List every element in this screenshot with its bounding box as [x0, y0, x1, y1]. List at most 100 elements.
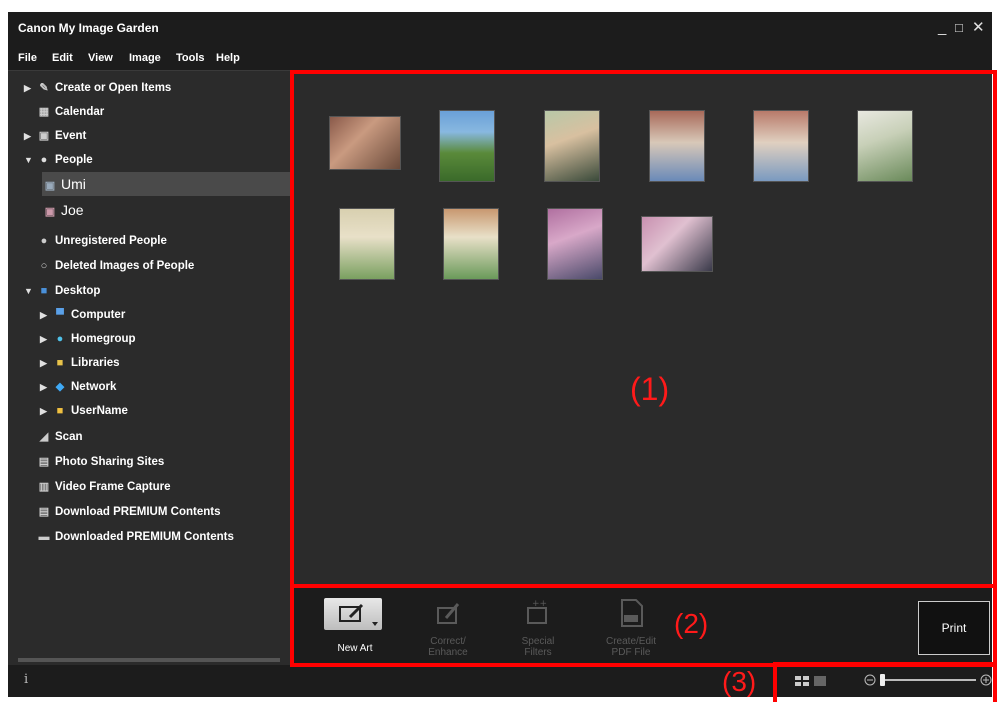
- sidebar-item-homegroup[interactable]: ▶ ● Homegroup: [40, 327, 136, 351]
- info-icon[interactable]: i: [24, 672, 28, 687]
- photo-thumbnail[interactable]: [330, 117, 400, 169]
- sidebar-item-event[interactable]: ▶ ▣ Event: [24, 124, 86, 148]
- sidebar-tree: ▶ ✎ Create or Open Items ▦ Calendar ▶ ▣ Event…: [8, 71, 290, 661]
- person-photo-icon: ▣: [44, 206, 56, 218]
- sidebar-item-video-frame-capture[interactable]: ▥ Video Frame Capture: [36, 475, 171, 499]
- photo-thumbnail[interactable]: [858, 111, 912, 181]
- user-folder-icon: ■: [56, 405, 64, 417]
- special-filters-button[interactable]: ++ Special Filters: [506, 596, 570, 662]
- zoom-slider-thumb[interactable]: [880, 674, 885, 686]
- sidebar-item-label: Create or Open Items: [55, 82, 172, 94]
- correct-enhance-button[interactable]: Correct/ Enhance: [416, 596, 480, 662]
- libraries-icon: ■: [56, 357, 64, 369]
- sidebar-item-username[interactable]: ▶ ■ UserName: [40, 399, 128, 423]
- sidebar-item-label: Scan: [55, 431, 83, 443]
- sidebar-item-label: Computer: [71, 309, 126, 321]
- special-filters-icon: ++: [527, 599, 547, 624]
- title-bar: Canon My Image Garden _ □ ✕: [8, 12, 992, 46]
- sidebar-item-libraries[interactable]: ▶ ■ Libraries: [40, 351, 120, 375]
- sidebar-item-label: Homegroup: [71, 333, 136, 345]
- deleted-person-icon: ○: [40, 260, 48, 272]
- menu-edit[interactable]: Edit: [52, 52, 73, 64]
- sidebar-item-label: Event: [55, 130, 87, 142]
- menu-tools[interactable]: Tools: [176, 52, 205, 64]
- sidebar-item-downloaded-premium-contents[interactable]: ▬ Downloaded PREMIUM Contents: [36, 525, 234, 549]
- sidebar-item-label: Video Frame Capture: [55, 481, 171, 493]
- person-photo-icon: ▣: [44, 180, 56, 192]
- scan-icon: ◢: [39, 431, 49, 443]
- close-button[interactable]: ✕: [972, 19, 985, 37]
- new-art-button[interactable]: New Art: [320, 596, 390, 658]
- svg-text:++: ++: [532, 599, 547, 609]
- expand-arrow-icon[interactable]: ▶: [40, 327, 52, 351]
- pdf-file-icon: [621, 599, 643, 627]
- sidebar-item-label: Umi: [61, 176, 86, 192]
- desktop-icon: ■: [40, 285, 48, 297]
- photo-thumbnail[interactable]: [440, 111, 494, 181]
- sidebar-item-calendar[interactable]: ▦ Calendar: [36, 100, 104, 124]
- maximize-button[interactable]: □: [955, 19, 963, 37]
- sidebar-item-label: Deleted Images of People: [55, 260, 195, 272]
- event-icon: ▣: [38, 130, 50, 142]
- zoom-out-icon[interactable]: [864, 674, 876, 686]
- photo-thumbnail[interactable]: [642, 217, 712, 271]
- sidebar-item-joe[interactable]: ▣ Joe: [42, 198, 84, 222]
- area-1-label: (1): [630, 371, 670, 407]
- thumbnail-view-icon[interactable]: [795, 676, 809, 686]
- sidebar-item-create-or-open-items[interactable]: ▶ ✎ Create or Open Items: [24, 76, 171, 100]
- calendar-icon: ▦: [38, 106, 50, 118]
- create-items-icon: ✎: [39, 82, 49, 94]
- expand-arrow-icon[interactable]: ▶: [24, 124, 36, 148]
- print-button[interactable]: Print: [918, 601, 990, 655]
- minimize-button[interactable]: _: [938, 19, 946, 37]
- menu-view[interactable]: View: [88, 52, 113, 64]
- sidebar-item-people[interactable]: ▼ ● People: [24, 148, 93, 172]
- menu-file[interactable]: File: [18, 52, 37, 64]
- photo-sharing-icon: ▤: [38, 456, 50, 468]
- network-icon: ◆: [55, 381, 65, 393]
- sidebar-item-deleted-images-of-people[interactable]: ○ Deleted Images of People: [36, 254, 195, 278]
- sidebar-item-computer[interactable]: ▶ ▀ Computer: [40, 303, 125, 327]
- details-view-icon[interactable]: [814, 676, 826, 686]
- expand-arrow-icon[interactable]: ▶: [24, 76, 36, 100]
- photo-thumbnail[interactable]: [754, 111, 808, 181]
- sidebar-item-unregistered-people[interactable]: ● Unregistered People: [36, 229, 167, 253]
- photo-thumbnail[interactable]: [650, 111, 704, 181]
- collapse-arrow-icon[interactable]: ▼: [24, 279, 36, 303]
- photo-thumbnail[interactable]: [444, 209, 498, 279]
- sidebar-item-scan[interactable]: ◢ Scan: [36, 425, 83, 449]
- zoom-in-icon[interactable]: [980, 674, 992, 686]
- collapse-arrow-icon[interactable]: ▼: [24, 148, 36, 172]
- downloaded-premium-icon: ▬: [38, 531, 50, 543]
- sidebar-item-label: Photo Sharing Sites: [55, 456, 165, 468]
- photo-thumbnail[interactable]: [548, 209, 602, 279]
- create-edit-pdf-label-line2: PDF File: [611, 647, 651, 658]
- zoom-slider-track[interactable]: [880, 679, 976, 681]
- new-art-label: New Art: [337, 643, 373, 654]
- sidebar-splitter[interactable]: [18, 658, 280, 662]
- sidebar-item-network[interactable]: ▶ ◆ Network: [40, 375, 116, 399]
- expand-arrow-icon[interactable]: ▶: [40, 375, 52, 399]
- special-filters-label-line2: Filters: [524, 647, 552, 658]
- person-icon: ●: [40, 154, 48, 166]
- expand-arrow-icon[interactable]: ▶: [40, 351, 52, 375]
- sidebar-item-download-premium-contents[interactable]: ▤ Download PREMIUM Contents: [36, 500, 221, 524]
- photo-thumbnail[interactable]: [545, 111, 599, 181]
- sidebar-item-umi[interactable]: ▣ Umi: [42, 172, 290, 196]
- create-edit-pdf-button[interactable]: Create/Edit PDF File: [596, 596, 666, 662]
- menu-help[interactable]: Help: [216, 52, 240, 64]
- expand-arrow-icon[interactable]: ▶: [40, 303, 52, 327]
- new-art-icon: [324, 598, 382, 630]
- sidebar-item-label: UserName: [71, 405, 128, 417]
- expand-arrow-icon[interactable]: ▶: [40, 399, 52, 423]
- menu-image[interactable]: Image: [129, 52, 161, 64]
- sidebar-item-photo-sharing-sites[interactable]: ▤ Photo Sharing Sites: [36, 450, 164, 474]
- app-title: Canon My Image Garden: [18, 21, 159, 35]
- sidebar-item-label: Calendar: [55, 106, 105, 118]
- sidebar-item-desktop[interactable]: ▼ ■ Desktop: [24, 279, 100, 303]
- photo-thumbnail[interactable]: [340, 209, 394, 279]
- image-thumbnail-area: (1): [290, 71, 992, 586]
- special-filters-label-line1: Special: [521, 636, 555, 647]
- area-3-label: (3): [722, 666, 757, 697]
- download-premium-icon: ▤: [38, 506, 50, 518]
